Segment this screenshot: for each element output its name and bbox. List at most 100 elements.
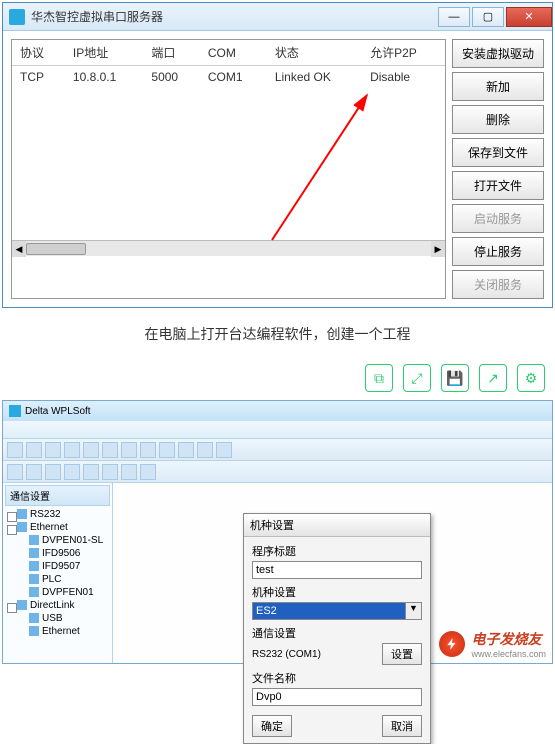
net-icon — [29, 626, 39, 636]
comm-value: RS232 (COM1) — [252, 649, 378, 660]
toolbar-icon[interactable] — [45, 442, 61, 458]
device-icon — [29, 548, 39, 558]
tree-ethernet2[interactable]: Ethernet — [5, 625, 110, 638]
tree-dvpen01[interactable]: DVPEN01-SL — [5, 534, 110, 547]
connection-grid: 协议 IP地址 端口 COM 状态 允许P2P TCP 10.8.0.1 500 — [11, 39, 446, 299]
model-settings-dialog: 机种设置 程序标题 机种设置 ES2 ▼ 通信设置 — [243, 513, 431, 744]
settings-icon[interactable]: ⚙ — [517, 364, 545, 392]
expand-icon[interactable]: ⤢ — [403, 364, 431, 392]
toolbar-icon[interactable] — [102, 464, 118, 480]
window-title: Delta WPLSoft — [25, 406, 91, 417]
install-driver-button[interactable]: 安装虚拟驱动 — [452, 39, 544, 68]
cell-ip: 10.8.0.1 — [65, 66, 144, 89]
scroll-thumb[interactable] — [26, 243, 86, 255]
ok-button[interactable]: 确定 — [252, 715, 292, 737]
model-select[interactable]: ES2 ▼ — [252, 602, 422, 620]
connection-table[interactable]: 协议 IP地址 端口 COM 状态 允许P2P TCP 10.8.0.1 500 — [12, 40, 445, 88]
col-ip: IP地址 — [65, 40, 144, 66]
close-button[interactable]: ✕ — [506, 7, 552, 27]
open-file-button[interactable]: 打开文件 — [452, 171, 544, 200]
table-row[interactable]: TCP 10.8.0.1 5000 COM1 Linked OK Disable — [12, 66, 445, 89]
virtual-serial-server-window: 华杰智控虚拟串口服务器 — ▢ ✕ 协议 IP地址 端口 COM 状态 允 — [2, 2, 553, 308]
toolbar-icon[interactable] — [102, 442, 118, 458]
model-label: 机种设置 — [252, 584, 422, 600]
save-icon[interactable]: 💾 — [441, 364, 469, 392]
toolbar-icon[interactable] — [197, 442, 213, 458]
toolbar-row-1 — [3, 439, 552, 461]
titlebar: 华杰智控虚拟串口服务器 — ▢ ✕ — [3, 3, 552, 31]
usb-icon — [29, 613, 39, 623]
model-value: ES2 — [252, 602, 406, 620]
share-icon[interactable]: ↗ — [479, 364, 507, 392]
comm-setting-button[interactable]: 设置 — [382, 643, 422, 665]
minimize-button[interactable]: — — [438, 7, 470, 27]
tree-ethernet[interactable]: Ethernet — [5, 521, 110, 534]
action-buttons: 安装虚拟驱动 新加 删除 保存到文件 打开文件 启动服务 停止服务 关闭服务 — [452, 39, 544, 299]
toolbar-icon[interactable] — [216, 442, 232, 458]
toolbar-icon[interactable] — [83, 442, 99, 458]
toolbar-icon[interactable] — [26, 442, 42, 458]
sidebar-title: 通信设置 — [5, 485, 110, 506]
tree-ifd9506[interactable]: IFD9506 — [5, 547, 110, 560]
app-icon — [9, 405, 21, 417]
device-icon — [29, 574, 39, 584]
article-toolbar: ⧉ ⤢ 💾 ↗ ⚙ — [0, 358, 555, 398]
col-com: COM — [200, 40, 267, 66]
chevron-down-icon[interactable]: ▼ — [406, 602, 422, 620]
tree-directlink[interactable]: DirectLink — [5, 599, 110, 612]
stop-service-button[interactable]: 停止服务 — [452, 237, 544, 266]
maximize-button[interactable]: ▢ — [472, 7, 504, 27]
device-icon — [29, 587, 39, 597]
toolbar-icon[interactable] — [121, 442, 137, 458]
toolbar-icon[interactable] — [121, 464, 137, 480]
window-controls: — ▢ ✕ — [436, 7, 552, 27]
tree-dvppf02[interactable]: DVPFEN01 — [5, 586, 110, 599]
brand-text: 电子发烧友 — [471, 629, 546, 649]
toolbar-icon[interactable] — [7, 464, 23, 480]
scroll-left-arrow[interactable]: ◀ — [12, 241, 26, 257]
col-p2p: 允许P2P — [362, 40, 445, 66]
device-icon — [29, 535, 39, 545]
program-title-input[interactable] — [252, 561, 422, 579]
col-status: 状态 — [267, 40, 362, 66]
toolbar-icon[interactable] — [140, 464, 156, 480]
brand-sub: www.elecfans.com — [471, 649, 546, 659]
add-button[interactable]: 新加 — [452, 72, 544, 101]
delete-button[interactable]: 删除 — [452, 105, 544, 134]
file-name-input[interactable] — [252, 688, 422, 706]
toolbar-icon[interactable] — [83, 464, 99, 480]
tree-ifd9507[interactable]: IFD9507 — [5, 560, 110, 573]
toolbar-icon[interactable] — [45, 464, 61, 480]
menubar[interactable] — [3, 421, 552, 439]
window-body: 协议 IP地址 端口 COM 状态 允许P2P TCP 10.8.0.1 500 — [3, 31, 552, 307]
cell-protocol: TCP — [12, 66, 65, 89]
port-icon — [17, 509, 27, 519]
sidebar: 通信设置 RS232 Ethernet DVPEN01-SL IFD9506 I… — [3, 483, 113, 663]
cancel-button[interactable]: 取消 — [382, 715, 422, 737]
watermark: 电子发烧友 www.elecfans.com — [439, 629, 546, 659]
toolbar-icon[interactable] — [64, 464, 80, 480]
toolbar-icon[interactable] — [64, 442, 80, 458]
file-label: 文件名称 — [252, 670, 422, 686]
toolbar-icon[interactable] — [159, 442, 175, 458]
tree-usb[interactable]: USB — [5, 612, 110, 625]
device-icon — [29, 561, 39, 571]
start-service-button[interactable]: 启动服务 — [452, 204, 544, 233]
toolbar-icon[interactable] — [26, 464, 42, 480]
toolbar-row-2 — [3, 461, 552, 483]
cell-status: Linked OK — [267, 66, 362, 89]
dialog-title: 机种设置 — [244, 514, 430, 537]
tree-rs232[interactable]: RS232 — [5, 508, 110, 521]
toolbar-icon[interactable] — [140, 442, 156, 458]
wplsoft-window: Delta WPLSoft 通信设置 RS232 Ethernet DVPEN0… — [2, 400, 553, 664]
app-icon — [9, 9, 25, 25]
save-file-button[interactable]: 保存到文件 — [452, 138, 544, 167]
scroll-right-arrow[interactable]: ▶ — [431, 241, 445, 257]
close-service-button[interactable]: 关闭服务 — [452, 270, 544, 299]
horizontal-scrollbar[interactable]: ◀ ▶ — [12, 240, 445, 256]
cell-com: COM1 — [200, 66, 267, 89]
copy-icon[interactable]: ⧉ — [365, 364, 393, 392]
toolbar-icon[interactable] — [178, 442, 194, 458]
toolbar-icon[interactable] — [7, 442, 23, 458]
tree-plc[interactable]: PLC — [5, 573, 110, 586]
